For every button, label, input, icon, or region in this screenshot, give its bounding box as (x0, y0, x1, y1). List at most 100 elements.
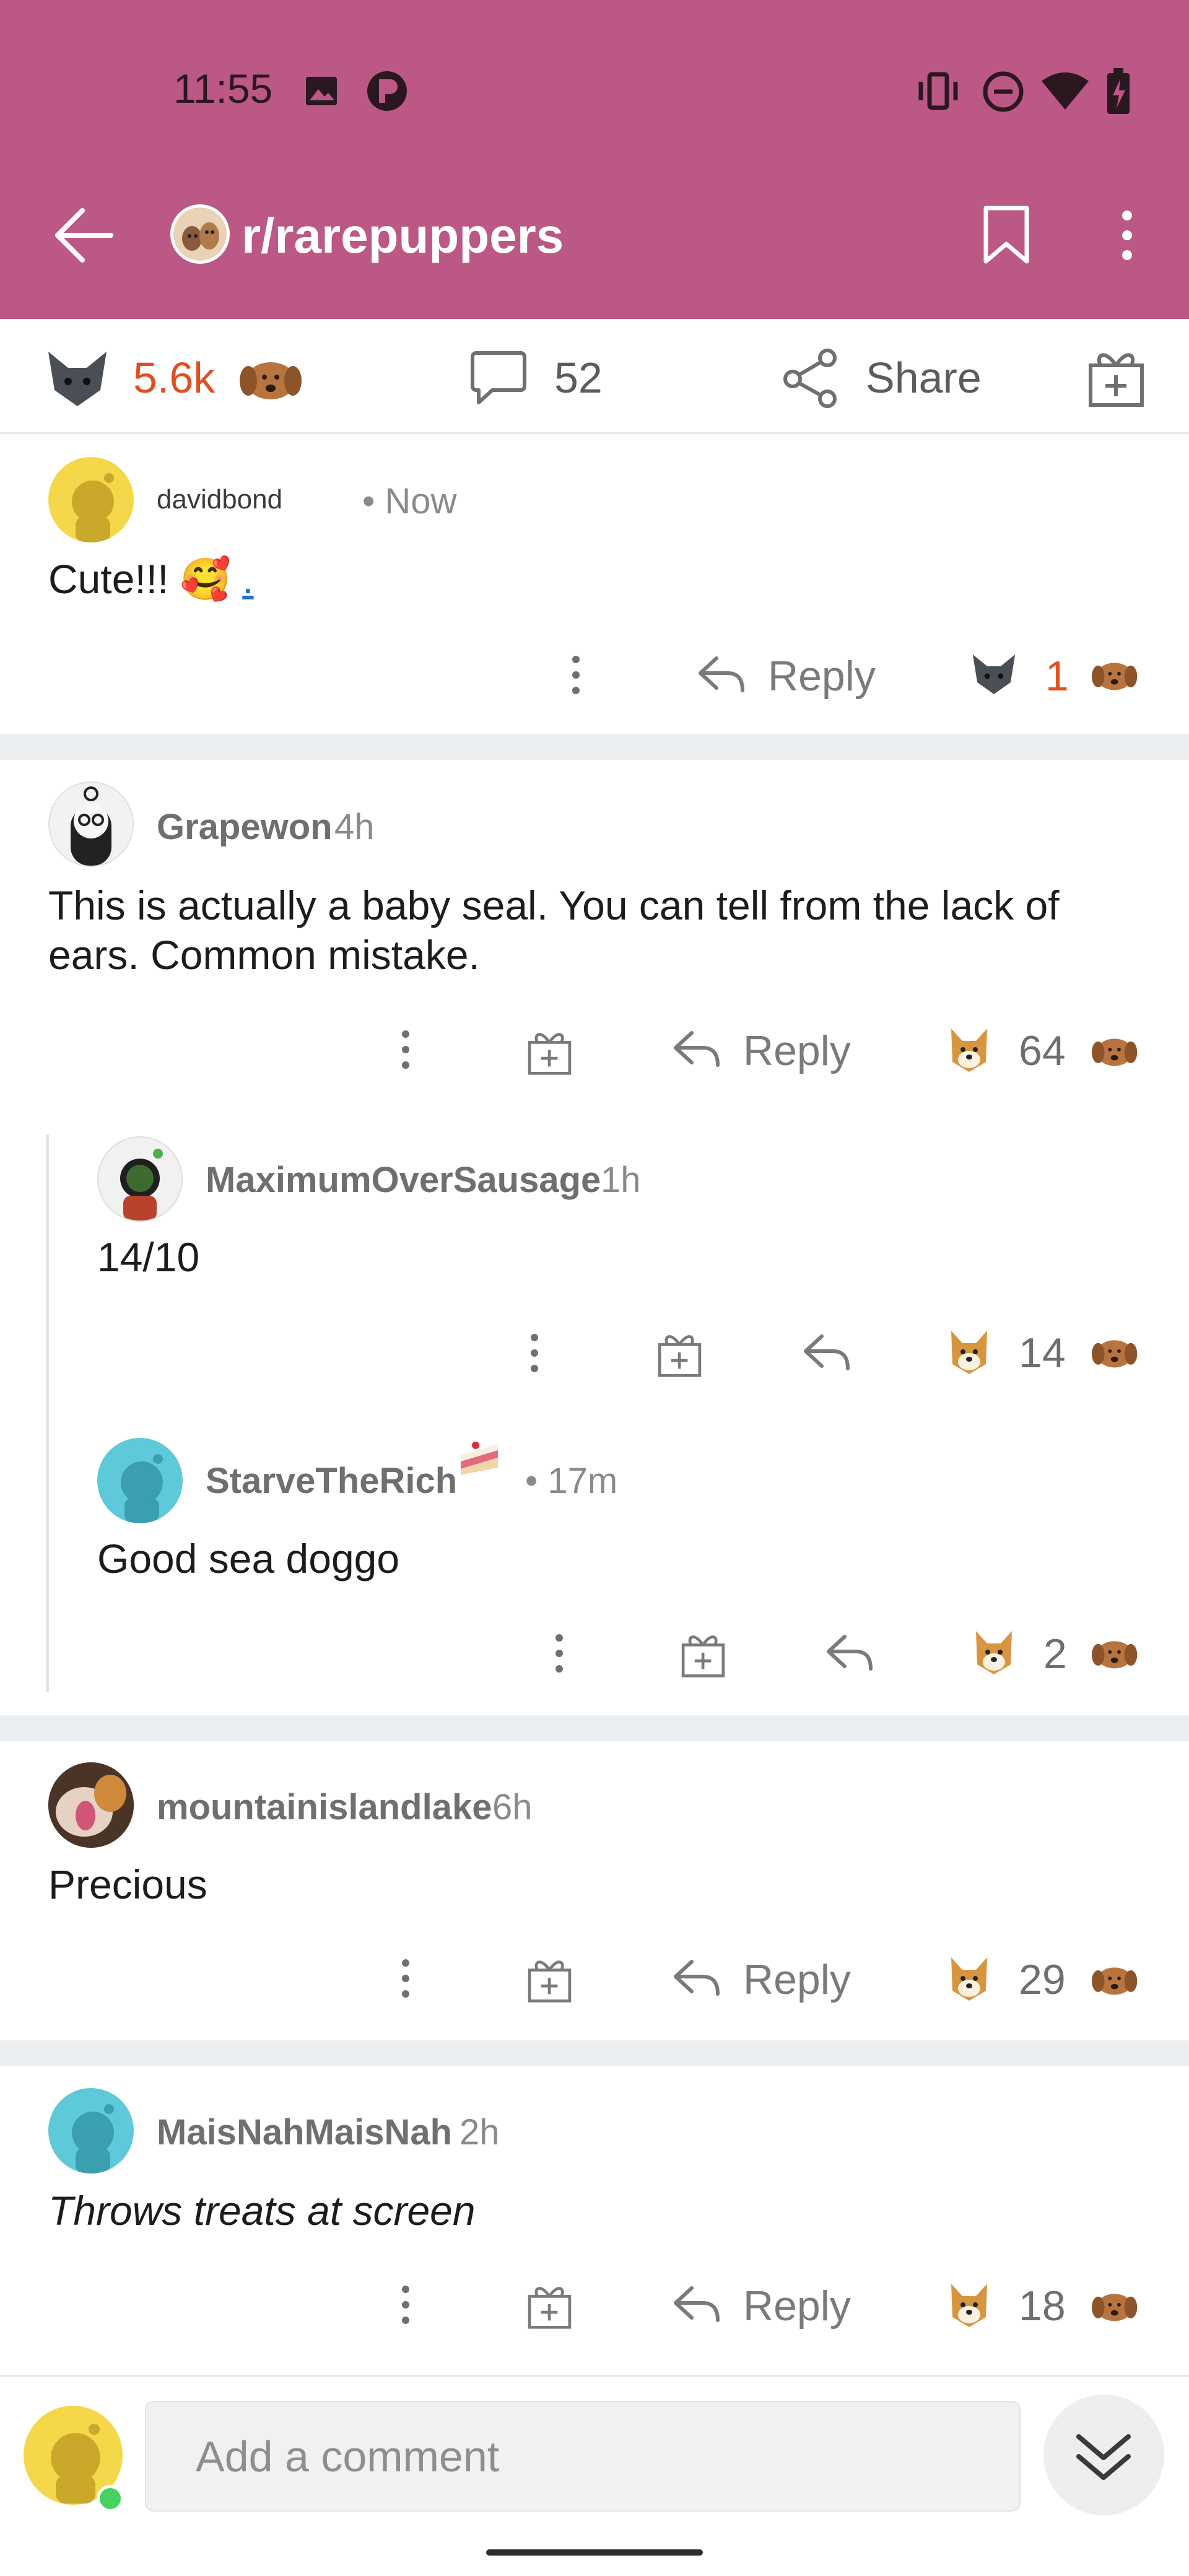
comment-body: Good sea doggo (97, 1536, 400, 1582)
downvote-dog-icon[interactable] (1090, 2289, 1139, 2323)
comment-input-placeholder: Add a comment (196, 2432, 500, 2481)
snoo-avatar-icon (120, 1149, 163, 1221)
award-gift-icon[interactable] (680, 1630, 726, 1679)
avatar[interactable] (48, 781, 134, 867)
upvote-shiba-icon[interactable] (947, 1327, 991, 1377)
post-comment-count: 52 (554, 354, 603, 402)
comment-body: 14/10 (97, 1234, 200, 1280)
avatar[interactable] (97, 1136, 183, 1222)
dog-photo-icon (173, 207, 227, 261)
back-arrow-icon[interactable] (53, 204, 115, 266)
comment-author[interactable]: mountainislandlake (157, 1786, 492, 1828)
reply-button[interactable]: Reply (743, 2282, 851, 2330)
thread-line[interactable] (46, 1134, 49, 1692)
downvote-dog-icon[interactable] (1090, 1336, 1139, 1370)
more-options-icon[interactable] (390, 2283, 421, 2326)
subreddit-avatar[interactable] (170, 204, 230, 264)
overflow-menu-icon[interactable] (1112, 204, 1143, 266)
app-header: 11:55 r/rarepuppers (0, 0, 1189, 319)
avatar[interactable] (97, 1438, 183, 1523)
do-not-disturb-icon (983, 71, 1024, 112)
pet-photo-icon (48, 1762, 134, 1848)
downvote-dog-icon[interactable] (1090, 1963, 1139, 1997)
reply-arrow-icon[interactable] (802, 1331, 851, 1375)
reply-arrow-icon[interactable] (672, 1957, 721, 2000)
comment-author[interactable]: davidbond (157, 484, 282, 515)
divider (0, 734, 1189, 760)
vibrate-icon (918, 72, 958, 110)
online-status-dot (97, 2485, 124, 2512)
battery-icon (1107, 68, 1130, 114)
cake-day-icon (461, 1442, 498, 1475)
post-vote-count: 5.6k (133, 354, 216, 402)
comment-input[interactable]: Add a comment (145, 2401, 1021, 2512)
reply-button[interactable]: Reply (743, 1956, 851, 2004)
comment-author[interactable]: MaisNahMaisNah (157, 2112, 452, 2153)
avatar[interactable] (48, 457, 134, 542)
snoo-avatar-icon (121, 1454, 163, 1523)
comment-time: 1h (601, 1160, 641, 1200)
downvote-dog-icon[interactable] (1090, 1034, 1139, 1068)
reply-button[interactable]: Reply (743, 1027, 851, 1075)
comment-vote-count: 64 (1019, 1027, 1066, 1074)
upvote-shiba-icon[interactable] (947, 1025, 991, 1074)
award-gift-icon[interactable] (526, 1956, 573, 2004)
bookmark-icon[interactable] (978, 204, 1034, 266)
composer-divider (0, 2375, 1189, 2377)
award-gift-icon[interactable] (1087, 347, 1146, 409)
comment-vote-count: 29 (1019, 1956, 1066, 2003)
reply-button[interactable]: Reply (768, 652, 876, 700)
more-options-icon[interactable] (390, 1028, 421, 1071)
home-indicator[interactable] (486, 2549, 703, 2556)
comment-author[interactable]: StarveTheRich (206, 1460, 457, 1502)
comment-time: 2h (459, 2112, 500, 2152)
divider (0, 2040, 1189, 2066)
downvote-dog-icon[interactable] (238, 356, 303, 402)
upvote-shiba-icon[interactable] (972, 1627, 1016, 1677)
avatar[interactable] (48, 1762, 134, 1848)
comment-vote-count: 18 (1019, 2282, 1066, 2330)
comment-time: 4h (334, 807, 375, 847)
comment-link[interactable]: . (242, 556, 253, 602)
post-action-bar: 5.6k 52 Share (0, 319, 1189, 434)
downvote-dog-icon[interactable] (1090, 658, 1139, 692)
comment-author[interactable]: MaximumOverSausage (206, 1159, 601, 1201)
app-notification-icon (367, 71, 407, 111)
user-avatar[interactable] (24, 2406, 124, 2512)
comment-body: Precious (48, 1861, 207, 1907)
award-gift-icon[interactable] (526, 2282, 573, 2330)
subreddit-name[interactable]: r/rarepuppers (242, 207, 564, 264)
more-options-icon[interactable] (390, 1957, 421, 2000)
reply-arrow-icon[interactable] (697, 653, 746, 697)
downvote-dog-icon[interactable] (1090, 1637, 1139, 1671)
award-gift-icon[interactable] (656, 1330, 703, 1378)
snoo-avatar-icon (72, 2104, 114, 2174)
upvote-shiba-icon[interactable] (947, 2280, 991, 2330)
wifi-icon (1042, 72, 1089, 110)
double-chevron-down-icon (1076, 2434, 1131, 2480)
jump-to-next-button[interactable] (1043, 2395, 1164, 2515)
divider (0, 1715, 1189, 1741)
comment-author[interactable]: Grapewon (157, 806, 333, 848)
reply-arrow-icon[interactable] (672, 2283, 721, 2326)
comment-bubble-icon[interactable] (468, 347, 529, 409)
comment-vote-count: 1 (1045, 653, 1069, 700)
more-options-icon[interactable] (544, 1632, 575, 1675)
share-icon[interactable] (780, 347, 842, 409)
more-options-icon[interactable] (519, 1331, 550, 1375)
comment-time: • 17m (525, 1461, 618, 1501)
comment-vote-count: 14 (1019, 1329, 1066, 1377)
upvote-cat-icon[interactable] (43, 347, 111, 409)
comment-vote-count: 2 (1043, 1630, 1067, 1677)
gallery-icon (306, 77, 337, 105)
upvote-cat-icon[interactable] (969, 650, 1019, 697)
reply-arrow-icon[interactable] (672, 1028, 721, 1071)
more-options-icon[interactable] (560, 653, 591, 697)
share-label[interactable]: Share (866, 353, 982, 402)
upvote-shiba-icon[interactable] (947, 1954, 991, 2003)
comment-time: • Now (362, 481, 457, 521)
avatar[interactable] (48, 2088, 134, 2174)
reply-arrow-icon[interactable] (825, 1632, 874, 1675)
award-gift-icon[interactable] (526, 1028, 573, 1076)
snoo-avatar-icon (72, 473, 114, 542)
